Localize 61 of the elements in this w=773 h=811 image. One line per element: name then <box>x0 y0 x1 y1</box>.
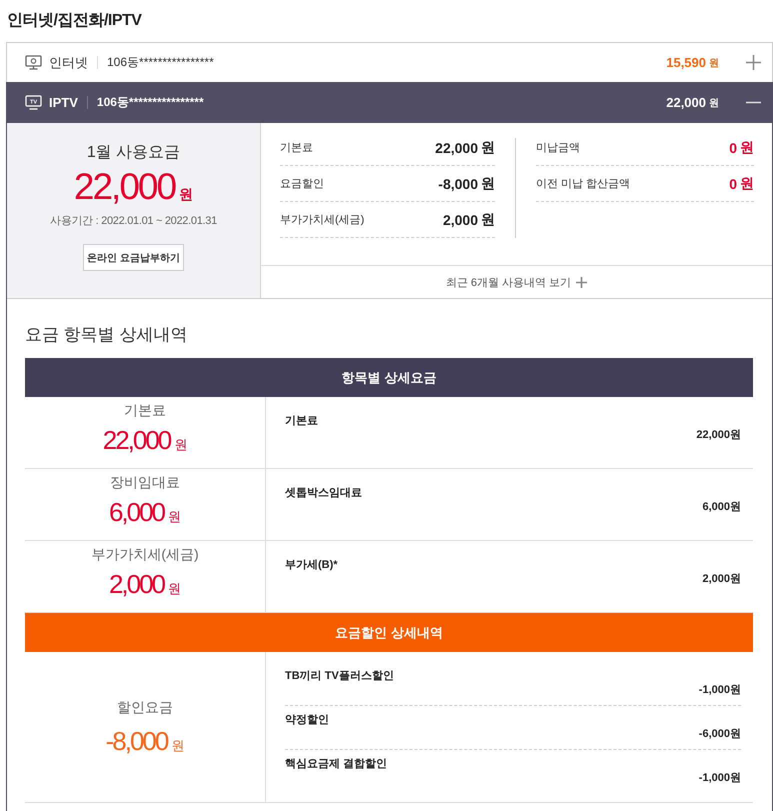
item-name: 핵심요금제 결합할인 <box>285 757 388 771</box>
currency-unit: 원 <box>709 96 719 110</box>
bill-total: 22,000 <box>74 166 176 208</box>
service-address: 106동**************** <box>96 94 204 111</box>
charge-label: 기본료 <box>280 141 314 155</box>
arrears-amount: 0 <box>729 176 737 192</box>
item-name: 부가세(B)* <box>285 558 339 572</box>
pay-online-button[interactable]: 온라인 요금납부하기 <box>83 244 184 271</box>
currency-unit: 원 <box>740 174 754 192</box>
item-name: 기본료 <box>285 414 319 428</box>
currency-unit: 원 <box>171 737 184 755</box>
usage-period: 사용기간 : 2022.01.01 ~ 2022.01.31 <box>50 214 217 228</box>
currency-unit: 원 <box>174 436 188 454</box>
item-amount: 2,000원 <box>702 572 741 586</box>
item-amount: 22,000원 <box>696 428 741 442</box>
table-header: 항목별 상세요금 <box>25 358 753 397</box>
charge-amount: 22,000 <box>435 140 478 156</box>
item-amount: -6,000원 <box>698 727 741 741</box>
category-amount: -8,000 <box>106 726 168 756</box>
category-label: 장비임대료 <box>110 473 180 491</box>
page-title: 인터넷/집전화/IPTV <box>6 11 143 31</box>
plus-icon[interactable] <box>576 276 588 288</box>
service-amount: 15,590 <box>666 55 706 70</box>
charge-label: 요금할인 <box>280 177 325 191</box>
category-label: 부가가치세(세금) <box>91 545 199 563</box>
service-address: 106동**************** <box>107 54 214 71</box>
arrears-amount: 0 <box>729 140 737 156</box>
plus-icon[interactable] <box>746 55 761 70</box>
category-label: 기본료 <box>124 401 166 419</box>
item-amount: -1,000원 <box>698 683 741 697</box>
arrears-label: 미납금액 <box>536 141 581 155</box>
item-amount: 6,000원 <box>702 500 741 514</box>
section-title: 요금 항목별 상세내역 <box>25 324 188 346</box>
service-amount: 22,000 <box>666 95 706 110</box>
item-name: 약정할인 <box>285 713 330 727</box>
item-amount: -1,000원 <box>698 771 741 785</box>
service-name: IPTV <box>49 95 78 110</box>
currency-unit: 원 <box>481 174 495 192</box>
currency-unit: 원 <box>168 508 182 526</box>
currency-unit: 원 <box>709 56 719 70</box>
service-row[interactable]: 인터넷 106동**************** 15,590 원 <box>6 42 773 82</box>
arrears-label: 이전 미납 합산금액 <box>536 177 632 191</box>
currency-unit: 원 <box>481 210 495 228</box>
table-header: 요금할인 상세내역 <box>25 613 753 652</box>
currency-unit: 원 <box>168 580 182 598</box>
category-label: 할인요금 <box>117 698 173 716</box>
currency-unit: 원 <box>179 186 194 204</box>
usage-history-link[interactable]: 최근 6개월 사용내역 보기 <box>446 274 572 290</box>
category-amount: 22,000 <box>102 425 170 455</box>
charge-amount: 2,000 <box>442 212 478 228</box>
category-amount: 6,000 <box>108 497 164 527</box>
item-name: TB끼리 TV플러스할인 <box>285 669 395 683</box>
currency-unit: 원 <box>481 138 495 156</box>
bill-title: 1월 사용요금 <box>86 143 180 163</box>
monitor-icon <box>25 55 42 70</box>
currency-unit: 원 <box>740 138 754 156</box>
service-name: 인터넷 <box>49 54 88 72</box>
charge-label: 부가가치세(세금) <box>280 213 366 227</box>
category-amount: 2,000 <box>108 569 164 599</box>
charge-amount: -8,000 <box>438 176 478 192</box>
item-name: 셋톱박스임대료 <box>285 486 363 500</box>
